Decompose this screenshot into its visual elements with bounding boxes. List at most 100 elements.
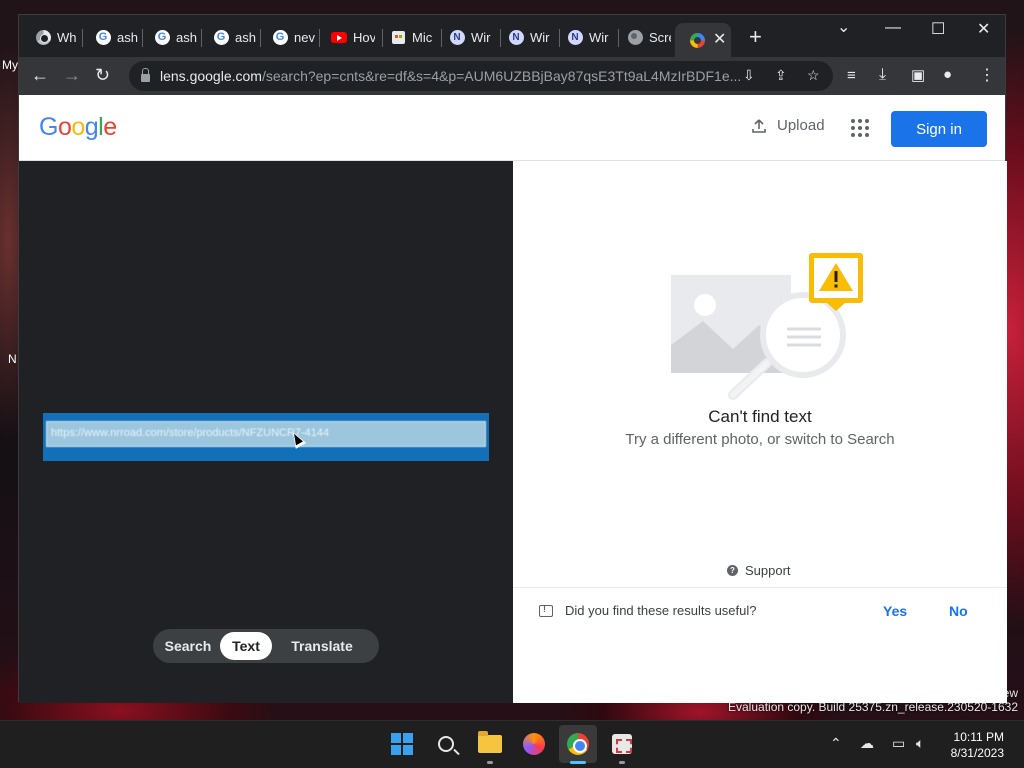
feedback-yes-button[interactable]: Yes (883, 603, 907, 619)
windows-logo-icon (391, 733, 413, 755)
tab-title: ash (176, 29, 197, 45)
lock-icon[interactable] (141, 68, 150, 82)
tab-10[interactable]: N Wir (553, 23, 611, 51)
google-logo-letter: G (39, 113, 58, 141)
close-window-button[interactable]: ✕ (977, 19, 990, 39)
snipping-tool-icon[interactable] (609, 731, 635, 757)
volume-icon[interactable]: 🔈︎ (916, 735, 924, 752)
feedback-divider (513, 587, 1007, 588)
share-icon[interactable]: ⇪ (775, 67, 787, 84)
tab-6[interactable]: Hov (317, 23, 375, 51)
google-icon: G (213, 29, 229, 45)
tab-search-chevron-icon[interactable]: ⌄ (837, 17, 850, 37)
upload-icon (752, 118, 766, 133)
chrome-icon (35, 29, 51, 45)
captured-image[interactable]: https://www.nrroad.com/store/products/NF… (43, 413, 489, 461)
tab-title: Wir (530, 29, 550, 45)
help-icon: ? (727, 565, 738, 576)
upload-button[interactable]: Upload (751, 117, 825, 134)
tab-title: Wir (589, 29, 609, 45)
tab-strip: Wh G ash G ash G ash G nev Hov Mic N Wir… (19, 15, 1005, 57)
cant-find-text-subtitle: Try a different photo, or switch to Sear… (625, 431, 895, 448)
mode-search-button[interactable]: Search (156, 632, 220, 660)
tab-title: ash (117, 29, 138, 45)
n-icon: N (567, 29, 583, 45)
captured-image-text: https://www.nrroad.com/store/products/NF… (46, 421, 486, 447)
image-preview-pane: https://www.nrroad.com/store/products/NF… (19, 161, 513, 703)
search-icon[interactable] (433, 731, 459, 757)
tab-9[interactable]: N Wir (494, 23, 552, 51)
google-apps-icon[interactable] (851, 119, 869, 137)
google-lens-page: Google Upload Sign in https://www.nrroad… (19, 95, 1007, 703)
mode-text-button[interactable]: Text (220, 632, 272, 660)
feedback-icon (539, 604, 553, 617)
clock-time: 10:11 PM (953, 730, 1004, 744)
upload-label: Upload (777, 117, 825, 134)
globe-icon (627, 29, 643, 45)
side-panel-icon[interactable]: ▣ (911, 66, 925, 84)
tab-2[interactable]: G ash (81, 23, 139, 51)
new-tab-button[interactable]: + (749, 24, 762, 50)
feedback-no-button[interactable]: No (949, 603, 968, 619)
profile-icon[interactable]: ● (943, 66, 952, 83)
forward-button[interactable]: → (63, 65, 81, 86)
tab-11[interactable]: Scre (613, 23, 671, 51)
google-lens-icon (689, 32, 705, 48)
browser-window: Wh G ash G ash G ash G nev Hov Mic N Wir… (18, 14, 1007, 703)
store-icon (390, 29, 406, 45)
reload-button[interactable]: ↻ (95, 65, 110, 86)
url-text[interactable]: lens.google.com/search?ep=cnts&re=df&s=4… (160, 68, 740, 84)
cant-find-text-title: Can't find text (708, 407, 812, 426)
cloud-offline-icon[interactable]: ☁ (860, 735, 874, 752)
tab-title: Wh (57, 29, 77, 45)
tab-8[interactable]: N Wir (435, 23, 493, 51)
google-logo-letter: g (84, 113, 99, 141)
clock-date: 8/31/2023 (950, 746, 1004, 760)
desktop-icon-label-my[interactable]: My (2, 58, 18, 72)
show-hidden-icons-chevron-icon[interactable]: ⌃ (830, 735, 842, 752)
tab-1[interactable]: Wh (21, 23, 79, 51)
file-explorer-icon[interactable] (477, 731, 503, 757)
tab-7[interactable]: Mic (376, 23, 434, 51)
google-icon: G (95, 29, 111, 45)
tab-title: Wir (471, 29, 491, 45)
address-bar[interactable]: lens.google.com/search?ep=cnts&re=df&s=4… (129, 61, 833, 91)
install-icon[interactable]: ⇩ (743, 67, 755, 84)
sign-in-button[interactable]: Sign in (891, 111, 987, 147)
firefox-icon[interactable] (521, 731, 547, 757)
windows-taskbar: ⌃ ☁ ▭ 🔈︎ 10:11 PM 8/31/2023 (0, 720, 1024, 768)
tab-title: Mic (412, 29, 433, 45)
close-tab-icon[interactable]: ✕ (713, 29, 726, 49)
results-pane: Can't find text Try a different photo, o… (513, 161, 1007, 703)
bookmark-star-icon[interactable]: ☆ (807, 67, 820, 84)
tab-title: nev (294, 29, 315, 45)
tab-5[interactable]: G nev (258, 23, 316, 51)
lens-mode-switcher: Search Text Translate (153, 629, 379, 663)
system-clock[interactable]: 10:11 PM 8/31/2023 (938, 729, 1004, 761)
mode-translate-button[interactable]: Translate (272, 632, 372, 660)
support-link[interactable]: ? Support (727, 563, 791, 578)
back-button[interactable]: ← (31, 65, 49, 86)
maximize-button[interactable]: ☐ (931, 19, 945, 39)
lens-header: Google Upload Sign in (19, 95, 1005, 161)
chrome-taskbar-icon[interactable] (559, 725, 597, 763)
tab-4[interactable]: G ash (199, 23, 257, 51)
media-queue-icon[interactable]: ≡ (847, 67, 856, 84)
google-logo-letter: o (57, 113, 72, 141)
desktop-icon-label-n[interactable]: N (8, 352, 17, 366)
feedback-prompt: Did you find these results useful? (539, 603, 757, 618)
tab-title: Scre (649, 29, 671, 45)
downloads-icon[interactable]: ⤓ (879, 66, 886, 84)
tab-title: Hov (353, 29, 375, 45)
google-logo[interactable]: Google (39, 113, 117, 142)
minimize-button[interactable]: — (885, 19, 901, 37)
youtube-icon (331, 29, 347, 45)
tab-3[interactable]: G ash (140, 23, 198, 51)
feedback-question: Did you find these results useful? (565, 603, 757, 618)
google-logo-letter: e (103, 113, 117, 141)
menu-kebab-icon[interactable]: ⋮ (979, 65, 995, 85)
n-icon: N (508, 29, 524, 45)
start-button[interactable] (389, 731, 415, 757)
tab-title: ash (235, 29, 256, 45)
network-icon[interactable]: ▭ (892, 735, 905, 752)
